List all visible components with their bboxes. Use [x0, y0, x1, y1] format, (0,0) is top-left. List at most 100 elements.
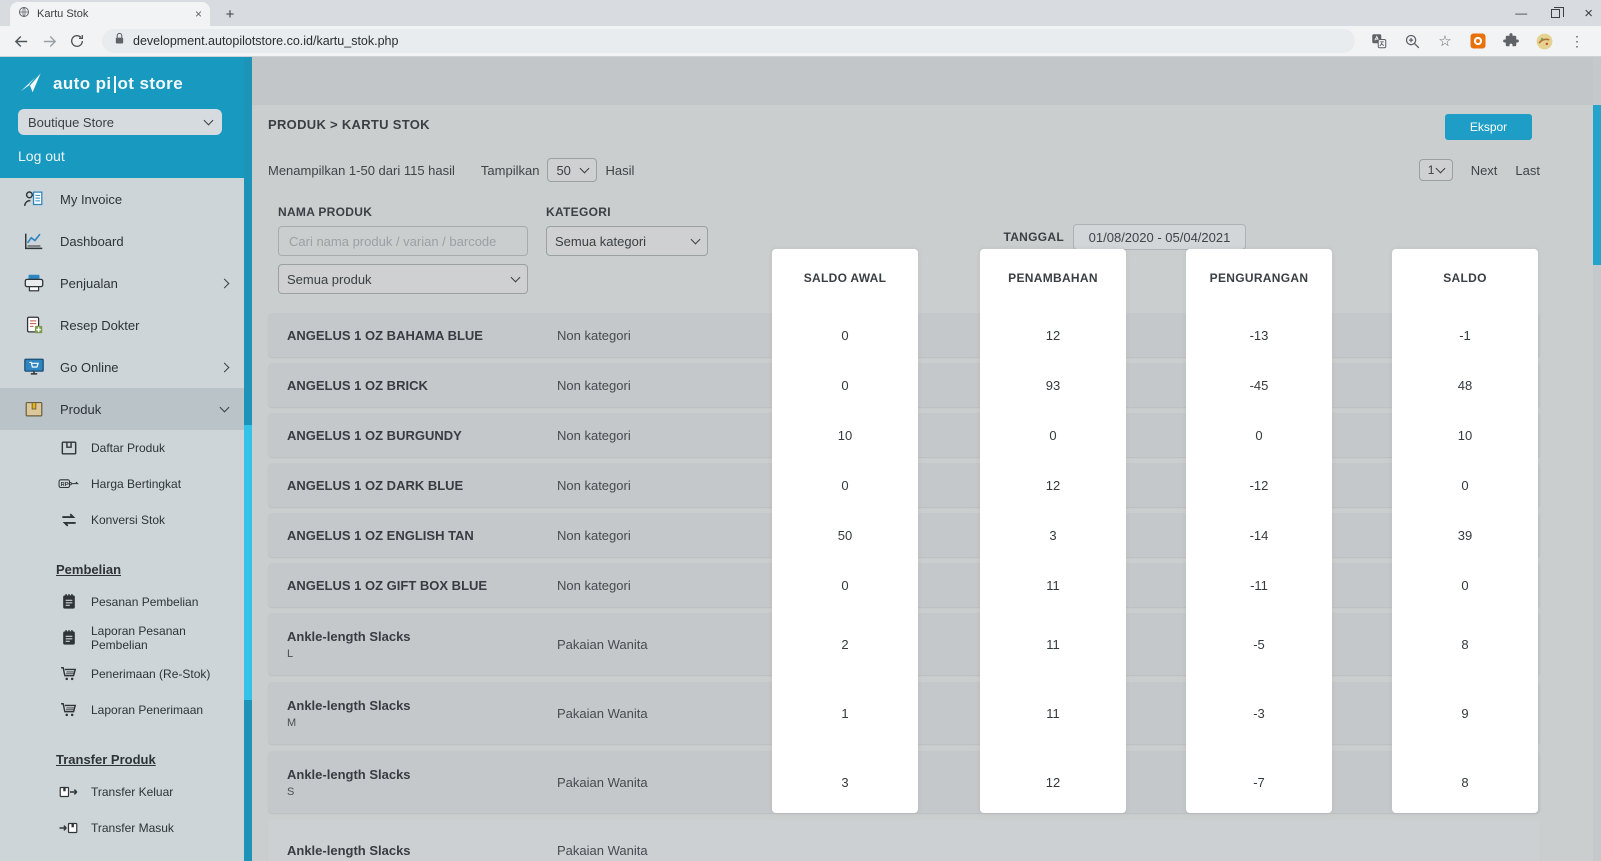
- forward-icon[interactable]: [38, 30, 60, 52]
- product-search-input[interactable]: [278, 226, 528, 256]
- product-name: ANGELUS 1 OZ BAHAMA BLUE: [287, 328, 547, 343]
- convert-icon: [58, 510, 79, 531]
- product-name-cell: Ankle-length Slacks L: [287, 613, 547, 675]
- sidebar-item-transfer-masuk[interactable]: Transfer Masuk: [0, 810, 244, 846]
- window-close-icon[interactable]: ×: [1584, 6, 1593, 21]
- sidebar-item-penjualan[interactable]: Penjualan: [0, 262, 244, 304]
- sidebar-item-transfer-keluar[interactable]: Transfer Keluar: [0, 774, 244, 810]
- store-selector[interactable]: Boutique Store: [18, 109, 222, 135]
- url-text: development.autopilotstore.co.id/kartu_s…: [133, 34, 398, 48]
- translate-icon[interactable]: [1369, 31, 1389, 51]
- category-select[interactable]: Semua kategori: [546, 226, 708, 256]
- window-restore-icon[interactable]: [1551, 9, 1560, 18]
- page-number-select[interactable]: 1: [1419, 159, 1453, 181]
- sidebar-item-label: Resep Dokter: [60, 318, 228, 333]
- sidebar-item-label: Transfer Keluar: [91, 785, 173, 799]
- sidebar-item-laporan-pesanan-pembelian[interactable]: Laporan Pesanan Pembelian: [0, 620, 244, 656]
- sidebar-item-penerimaan-re-stok-[interactable]: Penerimaan (Re-Stok): [0, 656, 244, 692]
- date-filter: TANGGAL: [968, 224, 1246, 250]
- sidebar-item-daftar-produk[interactable]: Daftar Produk: [0, 430, 244, 466]
- page-scrollbar-thumb[interactable]: [1593, 105, 1601, 265]
- logout-link[interactable]: Log out: [18, 148, 88, 164]
- product-name: ANGELUS 1 OZ GIFT BOX BLUE: [287, 578, 547, 593]
- product-category-cell: Non kategori: [557, 363, 757, 407]
- sidebar-item-pesanan-pembelian[interactable]: Pesanan Pembelian: [0, 584, 244, 620]
- sidebar-item-resep-dokter[interactable]: Resep Dokter: [0, 304, 244, 346]
- extensions-puzzle-icon[interactable]: [1501, 31, 1521, 51]
- product-name: ANGELUS 1 OZ ENGLISH TAN: [287, 528, 547, 543]
- pagination-last[interactable]: Last: [1515, 163, 1540, 178]
- sidebar-item-dashboard[interactable]: Dashboard: [0, 220, 244, 262]
- transfer-out-icon: [58, 782, 79, 803]
- product-name: ANGELUS 1 OZ BURGUNDY: [287, 428, 547, 443]
- product-category-cell: Non kategori: [557, 513, 757, 557]
- browser-titlebar: Kartu Stok × + — ×: [0, 0, 1601, 26]
- sidebar-item-label: Konversi Stok: [91, 513, 165, 527]
- value-cell: 12: [980, 313, 1126, 357]
- browser-tab[interactable]: Kartu Stok ×: [10, 2, 210, 26]
- page-size-select[interactable]: 50: [547, 158, 597, 182]
- date-range-input[interactable]: [1073, 224, 1246, 250]
- value-cell: 9: [1392, 682, 1538, 744]
- back-icon[interactable]: [10, 30, 32, 52]
- sidebar-scrollbar-track[interactable]: [244, 57, 252, 861]
- value-cell: 3: [980, 513, 1126, 557]
- sales-icon: [22, 271, 46, 295]
- sidebar-item-produk[interactable]: Produk: [0, 388, 244, 430]
- table-row: Ankle-length SlacksMPakaian Wanita111-39: [268, 682, 1540, 744]
- value-cell: 8: [1392, 751, 1538, 813]
- pagination-next[interactable]: Next: [1471, 163, 1498, 178]
- chevron-down-icon: [511, 273, 521, 283]
- value-cell: -12: [1186, 463, 1332, 507]
- sidebar-item-go-online[interactable]: Go Online: [0, 346, 244, 388]
- table-row: ANGELUS 1 OZ ENGLISH TANNon kategori503-…: [268, 513, 1540, 557]
- zoom-icon[interactable]: [1402, 31, 1422, 51]
- product-category-cell: Pakaian Wanita: [557, 751, 757, 813]
- price-tag-icon: RP: [58, 474, 79, 495]
- tab-close-icon[interactable]: ×: [195, 7, 202, 21]
- profile-avatar[interactable]: [1534, 31, 1554, 51]
- transfer-in-icon: [58, 818, 79, 839]
- extension-orange-icon[interactable]: [1468, 31, 1488, 51]
- sidebar-item-laporan-penerimaan[interactable]: Laporan Penerimaan: [0, 692, 244, 728]
- page-scrollbar-track[interactable]: [1593, 57, 1601, 861]
- window-minimize-icon[interactable]: —: [1515, 7, 1527, 19]
- results-meta-row: Menampilkan 1-50 dari 115 hasil Tampilka…: [268, 157, 1540, 183]
- sidebar-item-harga-bertingkat[interactable]: RPHarga Bertingkat: [0, 466, 244, 502]
- value-cell: 0: [772, 463, 918, 507]
- address-bar[interactable]: development.autopilotstore.co.id/kartu_s…: [102, 29, 1355, 53]
- value-cell: 50: [772, 513, 918, 557]
- cart-icon: [58, 700, 79, 721]
- product-name: ANGELUS 1 OZ BRICK: [287, 378, 547, 393]
- export-button[interactable]: Ekspor: [1445, 114, 1532, 140]
- product-box-icon: [22, 397, 46, 421]
- product-name-cell: ANGELUS 1 OZ ENGLISH TAN: [287, 513, 547, 557]
- product-name: Ankle-length Slacks: [287, 629, 547, 644]
- value-cell: 0: [772, 313, 918, 357]
- category-filter: KATEGORI Semua kategori: [546, 205, 708, 256]
- sidebar-item-my-invoice[interactable]: My Invoice: [0, 178, 244, 220]
- bookmark-star-icon[interactable]: ☆: [1435, 31, 1455, 51]
- order-icon: [58, 628, 79, 649]
- product-category-cell: Pakaian Wanita: [557, 613, 757, 675]
- reload-icon[interactable]: [66, 30, 88, 52]
- sidebar: auto piot store Boutique Store Log out M…: [0, 57, 252, 861]
- value-cell: 48: [1392, 363, 1538, 407]
- product-select[interactable]: Semua produk: [278, 264, 528, 294]
- value-cell: 0: [980, 413, 1126, 457]
- show-suffix: Hasil: [605, 163, 634, 178]
- column-header: PENAMBAHAN: [980, 249, 1126, 306]
- product-name-cell: ANGELUS 1 OZ BRICK: [287, 363, 547, 407]
- value-cell: -1: [1392, 313, 1538, 357]
- date-label: TANGGAL: [968, 230, 1064, 244]
- sidebar-item-konversi-stok[interactable]: Konversi Stok: [0, 502, 244, 538]
- value-cell: 0: [1392, 563, 1538, 607]
- breadcrumb: PRODUK > KARTU STOK: [268, 117, 430, 132]
- product-variant: L: [287, 648, 547, 660]
- new-tab-button[interactable]: +: [220, 6, 240, 23]
- chevron-right-icon: [220, 362, 230, 372]
- invoice-icon: [22, 187, 46, 211]
- sidebar-scrollbar-thumb[interactable]: [244, 425, 252, 700]
- product-category-cell: Non kategori: [557, 313, 757, 357]
- browser-menu-icon[interactable]: ⋮: [1567, 31, 1587, 51]
